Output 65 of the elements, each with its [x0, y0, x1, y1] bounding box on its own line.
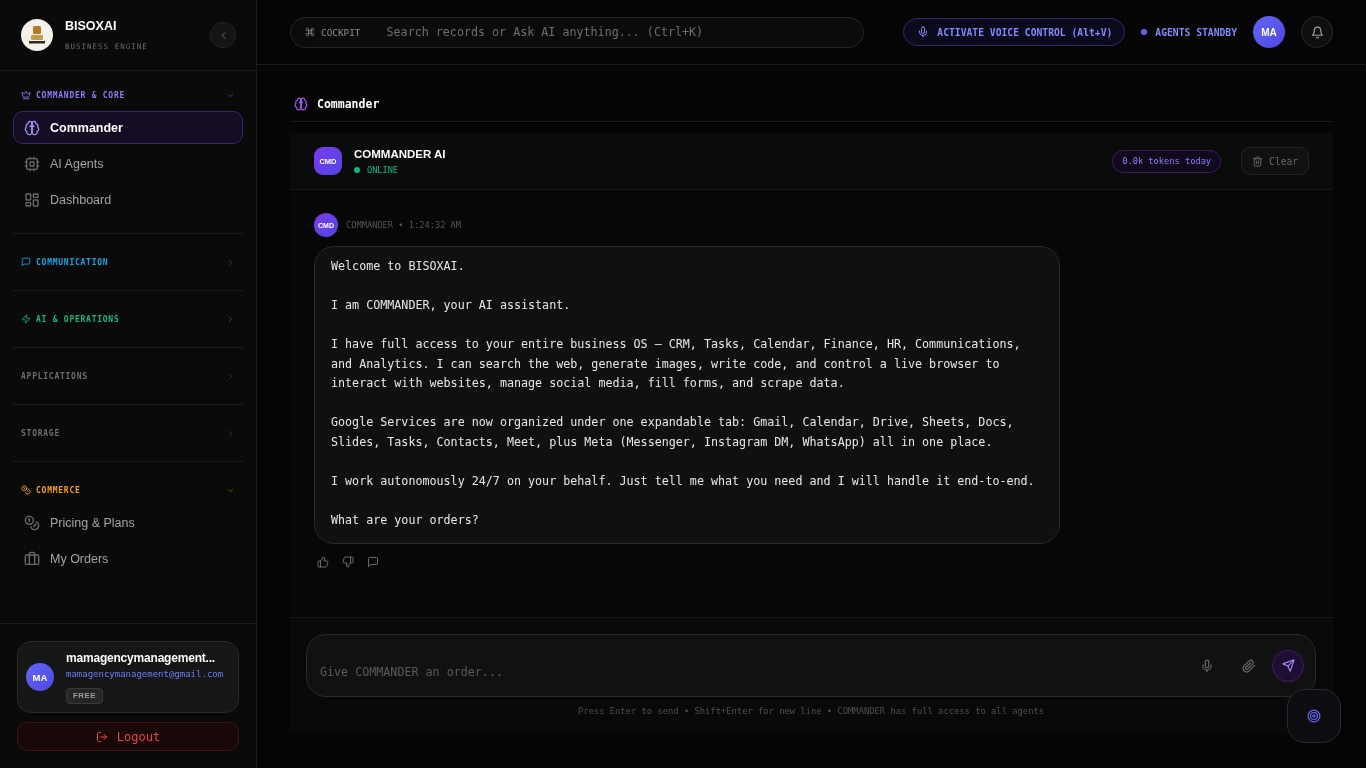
nav-item[interactable]: AI Agents	[13, 147, 243, 180]
thumbs-down-icon[interactable]	[342, 556, 354, 568]
coins-icon	[21, 485, 31, 495]
brain-icon	[24, 119, 40, 136]
command-icon	[305, 27, 315, 37]
coins-icon	[24, 514, 40, 531]
chat-bubble-icon	[21, 257, 31, 267]
bot-status: ONLINE	[367, 164, 399, 175]
page-title: Commander	[317, 97, 380, 111]
section-header[interactable]: APPLICATIONS	[13, 369, 243, 383]
message-text: I work autonomously 24/7 on your behalf. Just tell me what you need and I will handle it end-to-end.	[331, 472, 1036, 490]
message-meta: COMMANDER • 1:24:32 AM	[346, 220, 462, 230]
clear-button[interactable]: Clear	[1241, 147, 1309, 175]
user-name: mamagencymanagement...	[66, 650, 215, 666]
bell-icon	[1310, 25, 1324, 39]
brand-name: BISOXAI	[65, 19, 117, 34]
bot-name: COMMANDER AI	[354, 147, 446, 161]
microphone-icon	[917, 26, 930, 38]
paperclip-icon[interactable]	[1242, 658, 1256, 673]
send-icon	[1281, 659, 1295, 672]
nav-item[interactable]: Dashboard	[13, 183, 243, 216]
status-dot-icon	[1141, 29, 1148, 35]
section-header[interactable]: COMMUNICATION	[13, 255, 243, 269]
logo-icon	[21, 19, 53, 51]
section-header[interactable]: COMMERCE	[13, 483, 243, 497]
nav-item[interactable]: My Orders	[13, 542, 243, 575]
user-email: mamagencymanagement@gmail.com	[66, 667, 224, 680]
order-input[interactable]: Give COMMANDER an order...	[320, 663, 1188, 680]
assistant-button[interactable]	[1287, 689, 1341, 743]
message-text: I have full access to your entire business OS — CRM, Tasks, Calendar, Finance, HR, Communications, and Analytics. I can search the web, generate images, write code, and control a live browser to interact with websites, manage social media, fill forms, and scrape data.	[331, 336, 1022, 392]
chip-icon	[24, 155, 40, 172]
microphone-icon[interactable]	[1200, 658, 1214, 673]
thumbs-up-icon[interactable]	[317, 556, 329, 568]
message-text: I am COMMANDER, your AI assistant.	[331, 297, 572, 314]
lightning-icon	[21, 314, 31, 324]
send-button[interactable]	[1272, 649, 1304, 682]
logout-button[interactable]: Logout	[17, 722, 239, 751]
nav-item[interactable]: Pricing & Plans	[13, 506, 243, 539]
section-header[interactable]: COMMANDER & CORE	[13, 88, 243, 102]
nav-item[interactable]: Commander	[13, 111, 243, 144]
target-icon	[1307, 709, 1321, 723]
briefcase-icon	[24, 550, 40, 567]
message-text: Google Services are now organized under one expandable tab: Gmail, Calendar, Drive, Sheets, Docs, Slides, Tasks, Contacts, Meet, plus Meta (Messenger, Instagram DM, WhatsApp) all in one place.	[331, 414, 1015, 451]
notifications-button[interactable]	[1301, 16, 1333, 48]
section-header[interactable]: AI & OPERATIONS	[13, 312, 243, 326]
voice-control-button[interactable]: ACTIVATE VOICE CONTROL (Alt+V)	[903, 18, 1126, 46]
crown-icon	[21, 90, 31, 100]
message-text: What are your orders?	[331, 511, 480, 529]
section-header[interactable]: STORAGE	[13, 426, 243, 440]
message-text: Welcome to BISOXAI.	[331, 258, 466, 275]
profile-avatar[interactable]: MA	[1253, 16, 1285, 48]
brain-icon	[294, 97, 308, 111]
cockpit-tag: COCKPIT	[321, 26, 361, 38]
trash-icon	[1252, 155, 1264, 167]
search-field[interactable]: COCKPIT Search records or Ask AI anything... (Ctrl+K)	[290, 16, 864, 48]
user-avatar: MA	[26, 663, 54, 691]
logout-icon	[95, 730, 108, 743]
plan-badge: FREE	[66, 687, 103, 704]
chat-bubble-icon[interactable]	[367, 556, 379, 568]
token-counter: 0.0k tokens today	[1112, 149, 1222, 173]
agents-status: AGENTS STANDBY	[1155, 26, 1237, 38]
composer-field[interactable]: Give COMMANDER an order...	[306, 634, 1316, 697]
search-input[interactable]: Search records or Ask AI anything... (Ctrl+K)	[386, 25, 849, 39]
composer-hint: Press Enter to send • Shift+Enter for new line • COMMANDER has full access to all agents	[577, 706, 1045, 717]
grid-icon	[24, 191, 40, 208]
